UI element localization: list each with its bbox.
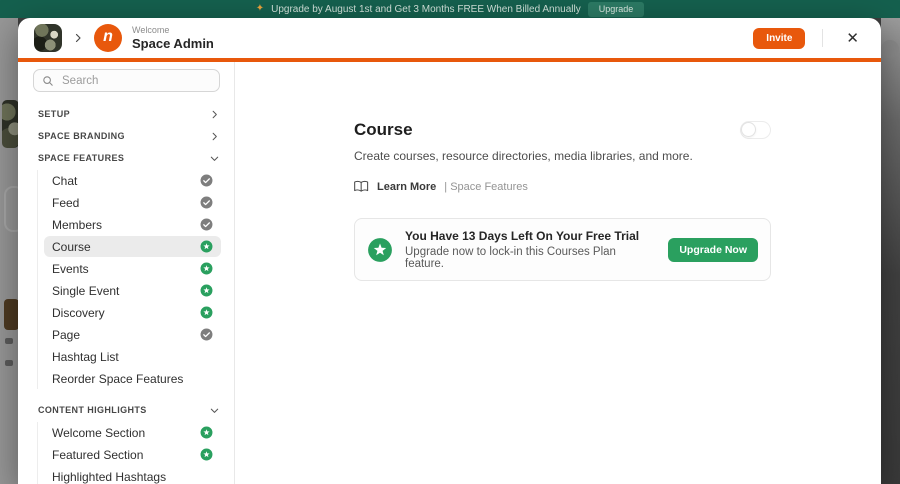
space-avatar[interactable] — [34, 24, 62, 52]
sidebar-item-members[interactable]: Members — [44, 214, 221, 235]
chevron-right-icon — [209, 109, 220, 120]
background-app-right — [881, 18, 900, 484]
background-avatar — [2, 100, 19, 148]
comet-icon: ✦ — [256, 4, 264, 14]
sidebar-item-discovery[interactable]: Discovery — [44, 302, 221, 323]
header-titles: Welcome Space Admin — [132, 25, 214, 51]
sidebar-item-feed[interactable]: Feed — [44, 192, 221, 213]
course-settings-panel: Course Create courses, resource director… — [235, 62, 881, 484]
screen: ✦ Upgrade by August 1st and Get 3 Months… — [0, 0, 900, 484]
item-label: Single Event — [52, 284, 119, 298]
sidebar-item-welcome-section[interactable]: Welcome Section — [44, 422, 221, 443]
book-icon — [354, 180, 369, 193]
trial-card-texts: You Have 13 Days Left On Your Free Trial… — [405, 229, 656, 270]
course-description: Create courses, resource directories, me… — [354, 149, 771, 163]
item-label: Course — [52, 240, 91, 254]
free-trial-card: You Have 13 Days Left On Your Free Trial… — [354, 218, 771, 281]
learn-more-link[interactable]: Learn More | Space Features — [354, 180, 771, 193]
item-label: Featured Section — [52, 448, 143, 462]
chevron-right-icon — [72, 32, 84, 44]
item-label: Members — [52, 218, 102, 232]
item-label: Feed — [52, 196, 79, 210]
learn-more-label: Learn More — [377, 181, 436, 193]
section-label: SPACE BRANDING — [38, 131, 125, 141]
chevron-down-icon — [209, 405, 220, 416]
invite-button[interactable]: Invite — [753, 28, 805, 49]
feature-star-icon — [200, 262, 213, 275]
sidebar-item-course[interactable]: Course — [44, 236, 221, 257]
modal-header: n Welcome Space Admin Invite ✕ — [18, 18, 881, 58]
space-admin-modal: n Welcome Space Admin Invite ✕ SETUP SPAC… — [18, 18, 881, 484]
feature-star-icon — [200, 284, 213, 297]
background-mark — [5, 338, 13, 344]
background-mark — [5, 360, 13, 366]
sidebar-section-space-features[interactable]: SPACE FEATURES — [18, 147, 234, 169]
upgrade-banner: ✦ Upgrade by August 1st and Get 3 Months… — [0, 0, 900, 18]
sidebar-item-single-event[interactable]: Single Event — [44, 280, 221, 301]
logo-glyph: n — [103, 29, 113, 45]
welcome-label: Welcome — [132, 25, 214, 36]
sidebar-section-setup[interactable]: SETUP — [18, 103, 234, 125]
banner-text: Upgrade by August 1st and Get 3 Months F… — [271, 4, 581, 15]
sidebar-item-reorder-space-features[interactable]: Reorder Space Features — [44, 368, 221, 389]
chevron-right-icon — [209, 131, 220, 142]
section-label: CONTENT HIGHLIGHTS — [38, 405, 147, 415]
modal-body: SETUP SPACE BRANDING SPACE FEATURES Chat Fee… — [18, 62, 881, 484]
header-divider — [822, 29, 823, 47]
sidebar-item-page[interactable]: Page — [44, 324, 221, 345]
section-items: Chat Feed Members Course Events Single Event D… — [37, 170, 234, 389]
search-input[interactable] — [60, 74, 211, 88]
close-icon[interactable]: ✕ — [840, 27, 865, 49]
sidebar-item-hashtag-list[interactable]: Hashtag List — [44, 346, 221, 367]
item-label: Highlighted Hashtags — [52, 470, 166, 484]
admin-sidebar: SETUP SPACE BRANDING SPACE FEATURES Chat Fee… — [18, 62, 235, 484]
search-box[interactable] — [33, 69, 220, 92]
trial-card-title: You Have 13 Days Left On Your Free Trial — [405, 229, 656, 243]
upgrade-now-button[interactable]: Upgrade Now — [668, 238, 758, 262]
feature-star-icon — [200, 426, 213, 439]
item-label: Reorder Space Features — [52, 372, 183, 386]
learn-more-context: | Space Features — [444, 181, 528, 193]
sidebar-nav: SETUP SPACE BRANDING SPACE FEATURES Chat Fee… — [18, 103, 234, 484]
item-label: Events — [52, 262, 89, 276]
section-label: SPACE FEATURES — [38, 153, 124, 163]
sidebar-item-events[interactable]: Events — [44, 258, 221, 279]
feature-check-icon — [200, 328, 213, 341]
section-items: Welcome Section Featured Section Highlight… — [37, 422, 234, 484]
toggle-knob — [741, 122, 756, 137]
page-title: Space Admin — [132, 36, 214, 52]
banner-upgrade-button[interactable]: Upgrade — [588, 2, 645, 17]
chevron-down-icon — [209, 153, 220, 164]
sidebar-section-space-branding[interactable]: SPACE BRANDING — [18, 125, 234, 147]
feature-check-icon — [200, 174, 213, 187]
feature-check-icon — [200, 218, 213, 231]
feature-check-icon — [200, 196, 213, 209]
sidebar-item-featured-section[interactable]: Featured Section — [44, 444, 221, 465]
item-label: Welcome Section — [52, 426, 145, 440]
feature-star-icon — [200, 240, 213, 253]
item-label: Page — [52, 328, 80, 342]
trial-star-icon — [367, 237, 393, 263]
section-label: SETUP — [38, 109, 70, 119]
background-app-left — [0, 18, 18, 484]
item-label: Chat — [52, 174, 77, 188]
feature-star-icon — [200, 306, 213, 319]
item-label: Discovery — [52, 306, 105, 320]
course-title: Course — [354, 120, 413, 140]
network-logo-icon[interactable]: n — [94, 24, 122, 52]
background-list-item — [4, 299, 19, 330]
feature-star-icon — [200, 448, 213, 461]
background-profile-circle — [881, 40, 899, 58]
sidebar-item-highlighted-hashtags[interactable]: Highlighted Hashtags — [44, 466, 221, 484]
item-label: Hashtag List — [52, 350, 119, 364]
trial-card-subtitle: Upgrade now to lock-in this Courses Plan… — [405, 246, 656, 270]
course-toggle[interactable] — [740, 121, 771, 139]
search-icon — [42, 75, 54, 87]
sidebar-section-content-highlights[interactable]: CONTENT HIGHLIGHTS — [18, 399, 234, 421]
sidebar-item-chat[interactable]: Chat — [44, 170, 221, 191]
